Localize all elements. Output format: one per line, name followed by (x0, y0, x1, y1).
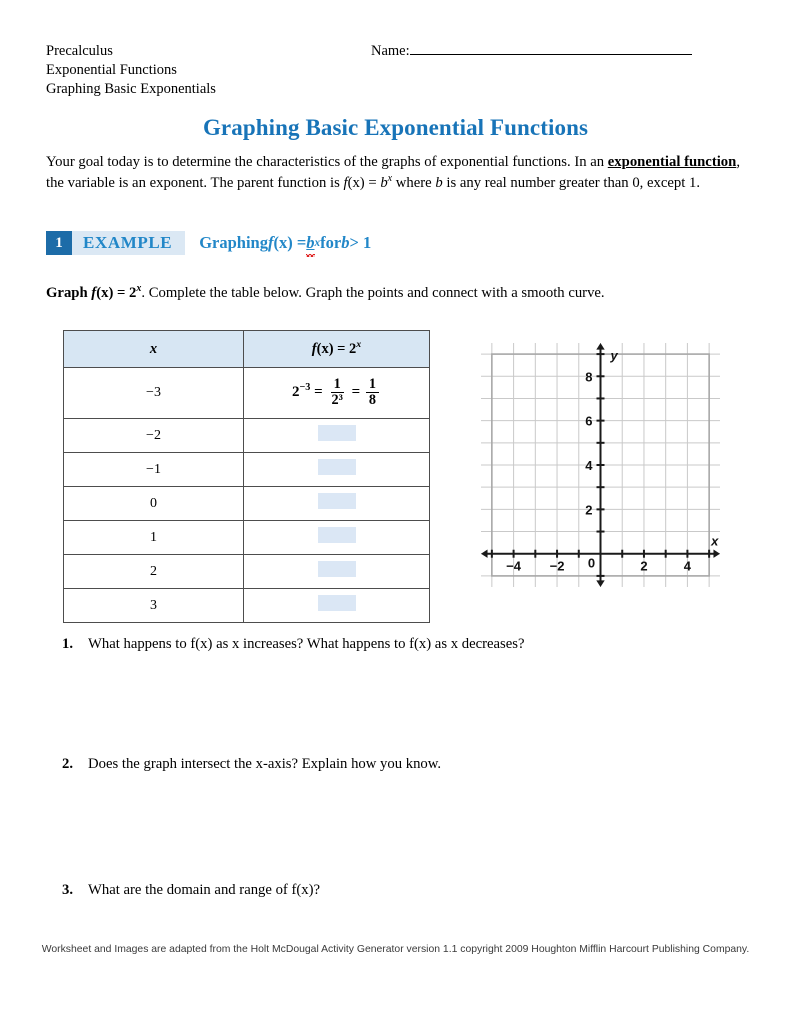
table-row: 1 (63, 520, 430, 555)
table-header-x: x (63, 330, 244, 368)
course-label: Precalculus (46, 43, 113, 59)
answer-input-box[interactable] (317, 459, 356, 475)
example-title-eq: (x) = (273, 233, 307, 252)
coordinate-grid-svg[interactable]: −4 −2 0 2 4 2 4 6 8 y x (479, 341, 722, 589)
table-cell-x: 2 (63, 554, 244, 589)
table-header-fx-exponent: x (356, 338, 362, 350)
svg-text:6: 6 (585, 414, 592, 429)
value-table: x f(x) = 2x −3 2−3 = 1 2³ = 1 8 −2 −1 0 … (63, 330, 430, 623)
worksheet-header: Precalculus Name: Exponential Functions … (46, 42, 746, 99)
fraction-denominator: 8 (368, 391, 377, 408)
name-blank-line[interactable] (409, 42, 692, 55)
example-number-badge: 1 (46, 231, 72, 255)
footer-attribution: Worksheet and Images are adapted from th… (41, 944, 750, 955)
answer-input-box[interactable] (317, 493, 356, 509)
table-row: 2 (63, 554, 430, 589)
svg-text:8: 8 (585, 369, 592, 384)
question-2-text: Does the graph intersect the x-axis? Exp… (88, 756, 442, 772)
table-cell-value-blank[interactable] (243, 486, 430, 521)
question-3: 3. What are the domain and range of f(x)… (62, 880, 722, 900)
svg-text:−4: −4 (506, 559, 522, 574)
page-title: Graphing Basic Exponential Functions (202, 115, 589, 140)
question-2: 2. Does the graph intersect the x-axis? … (62, 754, 722, 774)
fraction-numerator: 1 (365, 377, 380, 393)
table-cell-value-blank[interactable] (243, 452, 430, 487)
intro-formula-xeq: (x) = (347, 174, 381, 191)
table-row: 0 (63, 486, 430, 521)
example-banner: 1 EXAMPLE Graphing f (x) = bx for b > 1 (46, 231, 372, 257)
intro-formula-b: b (380, 174, 388, 191)
intro-text-part3: where (392, 174, 436, 191)
table-cell-x: 3 (63, 588, 244, 623)
table-cell-value-blank[interactable] (243, 554, 430, 589)
svg-text:y: y (610, 348, 619, 363)
table-row: −1 (63, 452, 430, 487)
fraction-numerator: 1 (330, 377, 344, 393)
table-header-fx-mid: (x) = 2 (316, 340, 357, 357)
question-2-number: 2. (62, 756, 74, 772)
svg-text:2: 2 (585, 502, 592, 517)
instruction-rest: Complete the table below. Graph the poin… (145, 285, 605, 301)
answer-input-box[interactable] (317, 595, 356, 611)
question-1-number: 1. (62, 636, 74, 652)
name-label: Name: (371, 43, 410, 59)
example-title-b2: b (341, 233, 350, 252)
svg-text:2: 2 (640, 559, 647, 574)
table-header-fx: f(x) = 2x (243, 330, 430, 368)
lesson-label: Graphing Basic Exponentials (46, 81, 216, 97)
expr-equals-1: = (310, 384, 327, 401)
table-cell-x: −3 (63, 367, 244, 419)
expr-equals-2: = (347, 384, 364, 401)
table-cell-x: −2 (63, 418, 244, 453)
example-title-pre: Graphing (199, 233, 268, 252)
table-header-row: x f(x) = 2x (63, 330, 430, 368)
example-title-post: for (320, 233, 342, 252)
question-1-text: What happens to f(x) as x increases? Wha… (88, 636, 525, 652)
instruction-lead-fx: (x) = 2 (96, 285, 137, 301)
answer-input-box[interactable] (317, 425, 356, 441)
table-row: 3 (63, 588, 430, 623)
table-cell-value-blank[interactable] (243, 418, 430, 453)
table-row: −2 (63, 418, 430, 453)
unit-label: Exponential Functions (46, 62, 177, 78)
coordinate-grid-figure[interactable]: −4 −2 0 2 4 2 4 6 8 y x (479, 341, 722, 589)
question-1: 1. What happens to f(x) as x increases? … (62, 634, 722, 654)
question-3-text: What are the domain and range of f(x)? (88, 882, 321, 898)
table-cell-x: −1 (63, 452, 244, 487)
svg-text:x: x (710, 534, 719, 549)
table-row: −3 2−3 = 1 2³ = 1 8 (63, 367, 430, 419)
fraction-one-over-two-cubed: 1 2³ (328, 377, 345, 407)
graph-instruction: Graph f(x) = 2x. Complete the table belo… (46, 283, 746, 303)
fraction-denominator: 2³ (331, 391, 343, 408)
example-title-condition: > 1 (349, 233, 372, 252)
fraction-one-eighth: 1 8 (365, 377, 380, 408)
intro-formula-b2: b (435, 174, 443, 191)
table-cell-value-blank[interactable] (243, 588, 430, 623)
question-3-number: 3. (62, 882, 74, 898)
expr-base-exponent: −3 (299, 382, 311, 394)
answer-input-box[interactable] (317, 527, 356, 543)
instruction-lead-graph: Graph (46, 285, 92, 301)
intro-paragraph: Your goal today is to determine the char… (46, 152, 746, 193)
expression-2-neg3: 2−3 = 1 2³ = 1 8 (292, 377, 381, 407)
example-title-b-misspelled: b (306, 233, 315, 257)
intro-text-part1: Your goal today is to determine the char… (46, 154, 608, 170)
intro-text-part4: is any real number greater than 0, excep… (442, 174, 701, 191)
svg-text:4: 4 (585, 458, 593, 473)
intro-emphasis-exponential-function: exponential function (607, 154, 737, 170)
svg-text:4: 4 (684, 559, 692, 574)
table-cell-value-blank[interactable] (243, 520, 430, 555)
example-word-label: EXAMPLE (72, 231, 186, 255)
svg-text:−2: −2 (550, 559, 565, 574)
table-cell-value-expression: 2−3 = 1 2³ = 1 8 (243, 367, 430, 419)
table-cell-x: 0 (63, 486, 244, 521)
header-first-line: Precalculus Name: (46, 42, 746, 61)
example-title: Graphing f (x) = bx for b > 1 (199, 233, 372, 257)
svg-text:0: 0 (588, 556, 595, 571)
table-cell-x: 1 (63, 520, 244, 555)
answer-input-box[interactable] (317, 561, 356, 577)
